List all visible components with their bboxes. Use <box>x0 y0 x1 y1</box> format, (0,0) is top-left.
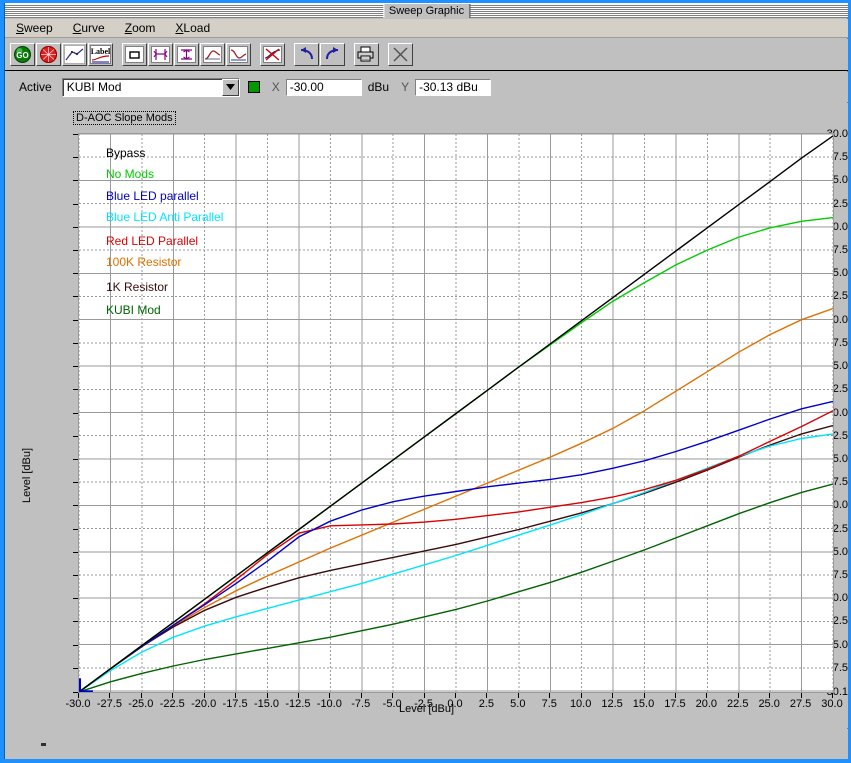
legend-item-3[interactable]: Blue LED Anti Parallel <box>106 210 223 224</box>
zoom-horizontal-button[interactable] <box>148 43 173 66</box>
y-readout-label: Y <box>401 80 410 94</box>
legend-item-1[interactable]: No Mods <box>106 167 154 181</box>
x-tick-mark <box>706 693 708 698</box>
x-tick-mark <box>832 693 833 698</box>
x-tick-mark <box>172 693 174 698</box>
x-tick-mark <box>297 693 299 698</box>
menu-accel: S <box>16 21 25 35</box>
x-tick-mark <box>360 693 362 698</box>
x-tick-mark <box>580 693 582 698</box>
menu-accel: C <box>72 21 82 35</box>
plot-area[interactable]: Bypass No Mods Blue LED parallel Blue LED A… <box>78 133 834 693</box>
x-tick-mark <box>235 693 237 698</box>
toolbar-separator-2 <box>252 54 260 55</box>
legend-item-6[interactable]: 1K Resistor <box>106 280 168 294</box>
x-tick-label: 30.0 <box>821 698 843 710</box>
red-sphere-icon-button[interactable] <box>36 43 61 66</box>
x-tick-mark <box>643 693 645 698</box>
legend-item-5[interactable]: 100K Resistor <box>106 255 181 269</box>
x-tick-mark <box>329 693 331 698</box>
legend-item-7[interactable]: KUBI Mod <box>106 303 161 317</box>
toolbar-separator-3 <box>286 54 294 55</box>
svg-text:Label: Label <box>91 47 111 56</box>
curve-valley-button[interactable] <box>226 43 251 66</box>
active-curve-select[interactable]: KUBI Mod <box>61 77 240 97</box>
window-client-area: Sweep Graphic Sweep Curve Zoom XLoad GO <box>4 3 848 759</box>
menu-item-curve[interactable]: Curve <box>70 20 108 36</box>
toolbar-separator-5 <box>380 54 388 55</box>
title-bar[interactable]: Sweep Graphic <box>5 3 848 18</box>
chart-title: D-AOC Slope Mods <box>73 111 176 125</box>
toolbar-separator-1 <box>114 54 122 55</box>
label-button[interactable]: Label <box>88 43 113 66</box>
active-curve-bar: Active KUBI Mod X -30.00 dBu Y -30.13 dB… <box>5 72 848 102</box>
x-tick-mark <box>203 693 205 698</box>
menu-accel: X <box>175 21 184 35</box>
x-tick-mark <box>517 693 519 698</box>
x-tick-mark <box>266 693 268 698</box>
plot-panel: D-AOC Slope Mods Level [dBu] Level [dBu]… <box>5 103 848 728</box>
x-readout-label: X <box>271 80 280 94</box>
x-tick-mark <box>800 693 802 698</box>
zoom-vertical-button[interactable] <box>174 43 199 66</box>
undo-button[interactable] <box>294 43 319 66</box>
x-tick-mark <box>78 693 79 698</box>
x-tick-mark <box>109 693 111 698</box>
close-x-button[interactable] <box>388 43 413 66</box>
legend-item-4[interactable]: Red LED Parallel <box>106 234 198 248</box>
legend-item-0[interactable]: Bypass <box>106 146 145 160</box>
redo-button[interactable] <box>320 43 345 66</box>
x-tick-mark <box>769 693 771 698</box>
sweep-graphic-window: Sweep Graphic Sweep Curve Zoom XLoad GO <box>0 0 851 763</box>
x-tick-mark <box>674 693 676 698</box>
menu-item-sweep[interactable]: Sweep <box>13 20 56 36</box>
x-tick-mark <box>140 693 142 698</box>
active-curve-value: KUBI Mod <box>66 80 122 94</box>
curve-peak-button[interactable] <box>200 43 225 66</box>
svg-text:GO: GO <box>16 51 28 60</box>
x-tick-mark <box>423 693 425 698</box>
menu-bar: Sweep Curve Zoom XLoad <box>5 19 848 38</box>
toolbar: GO Label <box>5 39 848 71</box>
x-tick-mark <box>392 693 394 698</box>
menu-item-zoom[interactable]: Zoom <box>122 20 159 36</box>
status-indicator <box>41 743 46 746</box>
go-button[interactable]: GO <box>10 43 35 66</box>
menu-item-xload[interactable]: XLoad <box>172 20 213 36</box>
x-unit-label: dBu <box>367 80 390 94</box>
zoom-rect-button[interactable] <box>122 43 147 66</box>
active-curve-color-swatch[interactable] <box>247 81 260 93</box>
menu-accel: Z <box>124 21 133 35</box>
delete-curve-button[interactable] <box>260 43 285 66</box>
chevron-down-icon[interactable] <box>221 78 239 96</box>
scatter-curve-icon-button[interactable] <box>62 43 87 66</box>
x-tick-mark <box>612 693 614 698</box>
x-tick-mark <box>549 693 551 698</box>
toolbar-separator-4 <box>346 54 354 55</box>
x-tick-mark <box>455 693 456 698</box>
y-readout-field[interactable]: -30.13 dBu <box>415 78 492 96</box>
window-title: Sweep Graphic <box>382 4 471 18</box>
status-bar <box>5 729 848 759</box>
x-readout-field[interactable]: -30.00 <box>285 78 362 96</box>
y-axis-label: Level [dBu] <box>21 447 33 503</box>
x-tick-mark <box>737 693 739 698</box>
x-tick-mark <box>486 693 488 698</box>
active-label: Active <box>19 80 52 94</box>
print-button[interactable] <box>354 43 379 66</box>
legend-item-2[interactable]: Blue LED parallel <box>106 189 199 203</box>
